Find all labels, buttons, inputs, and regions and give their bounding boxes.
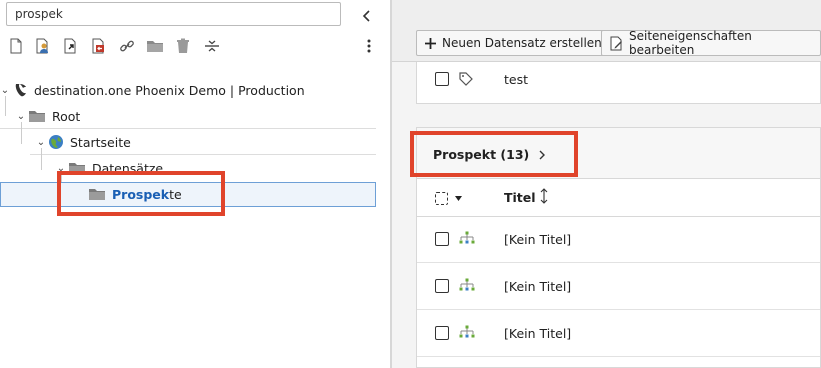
tree-toolbar	[0, 34, 390, 58]
select-all-checkbox[interactable]	[435, 192, 448, 205]
tree-node-label: Startseite	[70, 134, 131, 150]
docheader: Neuen Datensatz erstellen Seiteneigensch…	[392, 0, 821, 62]
tree-node-root[interactable]: ⌄ Root	[16, 103, 81, 129]
page-tree-panel: ⌄ destination.one Phoenix Demo | Product…	[0, 0, 390, 368]
globe-icon	[49, 135, 63, 149]
tree-node-label: destination.one Phoenix Demo | Productio…	[34, 82, 305, 98]
row-checkbox[interactable]	[435, 279, 449, 293]
chevron-down-icon[interactable]: ⌄	[0, 85, 10, 96]
sort-icon[interactable]	[540, 188, 548, 204]
page-user-icon[interactable]	[33, 36, 53, 56]
record-title: [Kein Titel]	[504, 279, 572, 294]
new-page-icon[interactable]	[6, 36, 26, 56]
highlight-box	[57, 171, 225, 216]
page-edit-icon	[610, 36, 623, 51]
more-vertical-icon[interactable]	[359, 36, 379, 56]
divider-icon[interactable]	[202, 36, 222, 56]
sitemap-icon	[459, 278, 475, 291]
page-link-icon[interactable]	[61, 36, 81, 56]
tree-node-startseite[interactable]: ⌄ Startseite	[36, 129, 131, 155]
plus-icon	[425, 37, 436, 49]
record-list-panel: Neuen Datensatz erstellen Seiteneigensch…	[392, 0, 821, 368]
highlight-box	[410, 131, 578, 177]
row-checkbox[interactable]	[435, 72, 449, 86]
record-title: [Kein Titel]	[504, 326, 572, 341]
row-checkbox[interactable]	[435, 326, 449, 340]
chevron-down-icon[interactable]: ⌄	[16, 111, 26, 122]
chevron-down-icon[interactable]: ⌄	[36, 137, 46, 148]
column-header-row: Titel	[417, 179, 820, 217]
record-title: [Kein Titel]	[504, 232, 572, 247]
tree-search-input[interactable]	[6, 2, 341, 26]
sitemap-icon	[459, 231, 475, 244]
row-checkbox[interactable]	[435, 232, 449, 246]
page-shortcut-icon[interactable]	[89, 36, 109, 56]
link-icon[interactable]	[117, 36, 137, 56]
tree-node-label: Root	[52, 108, 81, 124]
folder-icon	[29, 111, 45, 122]
edit-page-properties-button[interactable]: Seiteneigenschaften bearbeiten	[601, 29, 821, 57]
new-record-label: Neuen Datensatz erstellen	[442, 36, 602, 50]
table-row[interactable]: [Kein Titel]	[417, 217, 820, 263]
table-row[interactable]: [Kein Titel]	[417, 264, 820, 310]
folder-icon[interactable]	[145, 36, 165, 56]
typo3-logo-icon	[15, 84, 26, 97]
new-record-button[interactable]: Neuen Datensatz erstellen	[416, 30, 611, 56]
sitemap-icon	[459, 325, 475, 338]
column-title-header[interactable]: Titel	[504, 190, 536, 205]
record-title: test	[504, 72, 529, 87]
caret-down-icon[interactable]	[455, 196, 462, 201]
chevron-left-icon	[362, 10, 370, 22]
tag-icon	[459, 72, 473, 86]
table-row[interactable]: [Kein Titel]	[417, 311, 820, 357]
tree-node-site[interactable]: ⌄ destination.one Phoenix Demo | Product…	[0, 77, 305, 103]
previous-records-table: test	[416, 62, 821, 104]
trash-icon[interactable]	[173, 36, 193, 56]
collapse-tree-button[interactable]	[357, 6, 377, 26]
edit-page-label: Seiteneigenschaften bearbeiten	[629, 29, 752, 57]
